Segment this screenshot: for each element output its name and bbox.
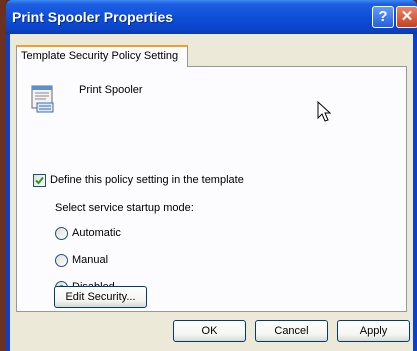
define-policy-label: Define this policy setting in the templa… [50, 174, 244, 186]
edit-security-button[interactable]: Edit Security... [54, 286, 147, 308]
apply-button[interactable]: Apply [337, 320, 410, 342]
dialog-client-area: Template Security Policy Setting Print S… [10, 34, 413, 351]
radio-label: Automatic [72, 227, 121, 239]
radio-label: Manual [72, 254, 109, 266]
title-bar[interactable]: Print Spooler Properties ? ✕ [6, 0, 417, 34]
window-title: Print Spooler Properties [12, 9, 174, 25]
close-icon: ✕ [400, 8, 414, 25]
tab-template-security-policy[interactable]: Template Security Policy Setting [16, 45, 188, 67]
mouse-pointer-icon [317, 101, 332, 122]
properties-dialog: Print Spooler Properties ? ✕ Template Se… [6, 0, 417, 351]
cancel-button[interactable]: Cancel [255, 320, 328, 342]
service-document-icon [31, 85, 54, 113]
service-name: Print Spooler [79, 84, 143, 96]
checkmark-icon [35, 176, 44, 185]
ok-button[interactable]: OK [173, 320, 246, 342]
help-icon: ? [378, 8, 388, 25]
radio-button[interactable] [55, 254, 68, 267]
close-button[interactable]: ✕ [396, 6, 417, 28]
startup-mode-label: Select service startup mode: [55, 202, 194, 214]
help-button[interactable]: ? [372, 6, 394, 28]
tab-panel: Print Spooler Define this policy setting… [16, 66, 407, 312]
radio-button[interactable] [55, 227, 68, 240]
define-policy-checkbox[interactable] [33, 174, 46, 187]
